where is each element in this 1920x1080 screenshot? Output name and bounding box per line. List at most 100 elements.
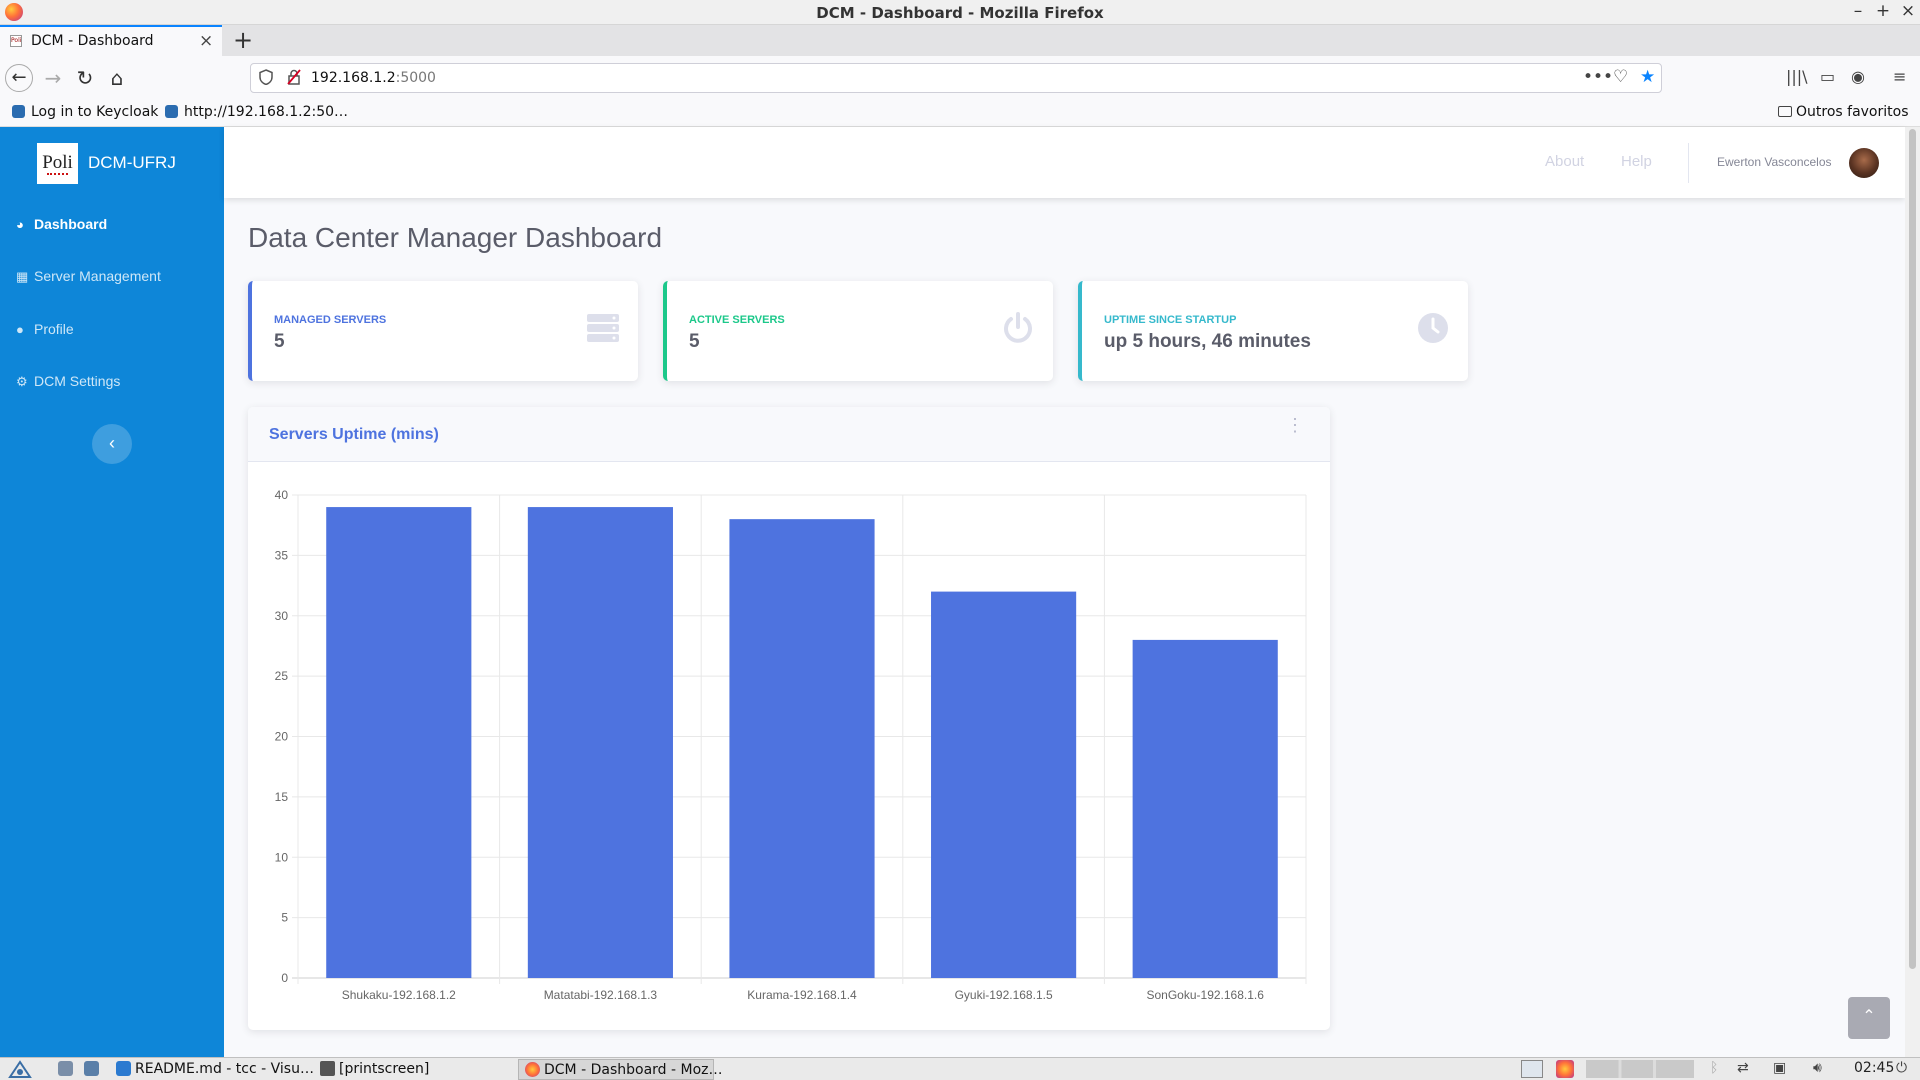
topbar-divider [1688,143,1689,183]
taskbar-firefox[interactable]: DCM - Dashboard - Moz… [518,1059,723,1080]
firefox-icon [525,1062,540,1077]
bookmark-dcm[interactable]: http://192.168.1.2:50… [165,104,348,120]
bluetooth-icon[interactable]: ᛒ [1710,1060,1718,1076]
x-tick-label: Gyuki-192.168.1.5 [955,988,1053,1002]
window-title: DCM - Dashboard - Mozilla Firefox [816,4,1104,22]
firefox-tray-icon[interactable] [1556,1060,1574,1078]
power-tray-icon[interactable]: ⏻ [1896,1060,1907,1076]
help-link[interactable]: Help [1621,153,1652,170]
y-tick-label: 10 [275,850,289,864]
sidebar-item-dcm-settings[interactable]: ⚙ DCM Settings [16,373,216,390]
shield-icon[interactable] [259,69,273,89]
chart-title: Servers Uptime (mins) [269,426,439,443]
workspace-switcher[interactable] [1586,1060,1694,1078]
back-button[interactable]: ← [5,64,33,92]
taskbar-vscode[interactable]: README.md - tcc - Visu… [116,1059,314,1080]
other-bookmarks[interactable]: Outros favoritos [1778,104,1909,120]
user-name[interactable]: Ewerton Vasconcelos [1717,155,1832,169]
bookmark-star-icon[interactable]: ★ [1640,67,1655,87]
volume-icon[interactable]: 🔊︎ [1813,1060,1822,1076]
x-tick-label: Kurama-192.168.1.4 [747,988,857,1002]
folder-icon [1778,106,1792,117]
tab-dcm-dashboard[interactable]: Poli DCM - Dashboard × [0,25,222,56]
bookmark-keycloak[interactable]: Log in to Keycloak [12,104,158,120]
sidebar-item-label: DCM Settings [34,373,121,389]
start-menu-icon[interactable] [8,1059,32,1080]
show-desktop-icon[interactable] [58,1059,77,1080]
sidebar-item-dashboard[interactable]: ◕ Dashboard [16,216,216,232]
brand[interactable]: Poli DCM-UFRJ [0,127,224,199]
home-button[interactable]: ⌂ [103,64,131,92]
bookmark-label: Log in to Keycloak [31,104,159,120]
y-tick-label: 0 [281,971,288,985]
card-value: 5 [689,331,700,352]
page-scrollbar[interactable] [1905,127,1920,1057]
reload-button[interactable]: ↻ [71,64,99,92]
close-window-button[interactable]: × [1898,1,1918,21]
sidebar-icon[interactable]: ▭ [1820,67,1835,86]
display-icon[interactable]: ▣ [1773,1060,1786,1076]
card-value: up 5 hours, 46 minutes [1104,331,1311,352]
taskbar-label: DCM - Dashboard - Moz… [544,1062,723,1078]
active-servers-card: Active Servers 5 [663,281,1053,381]
card-label: Active Servers [689,314,785,326]
url-host: 192.168.1.2 [311,70,396,86]
hamburger-menu-icon[interactable]: ≡ [1893,67,1906,86]
cogs-icon: ⚙ [16,374,28,389]
x-tick-label: Matatabi-192.168.1.3 [544,988,658,1002]
keycloak-icon [12,105,25,118]
taskbar-label: README.md - tcc - Visu… [135,1061,314,1077]
x-tick-label: SonGoku-192.168.1.6 [1146,988,1264,1002]
insecure-lock-icon[interactable] [287,69,301,89]
other-bookmarks-label: Outros favoritos [1796,104,1909,120]
vscode-icon [116,1061,131,1076]
system-monitor-icon[interactable] [84,1059,103,1080]
chart-options-menu-icon[interactable]: ⋮ [1286,416,1304,434]
taskbar-label: [printscreen] [339,1061,430,1077]
maximize-button[interactable]: + [1873,1,1893,21]
bookmark-label: http://192.168.1.2:50… [184,104,349,120]
sidebar: Poli DCM-UFRJ ◕ Dashboard ▦ Server Managem… [0,127,224,1057]
desktop-icon [58,1061,73,1076]
scroll-to-top-button[interactable]: ⌃ [1848,997,1890,1039]
uptime-card: Uptime since startup up 5 hours, 46 minu… [1078,281,1468,381]
new-tab-button[interactable]: + [233,26,253,54]
avatar[interactable] [1849,148,1879,178]
about-link[interactable]: About [1545,153,1584,170]
os-taskbar: README.md - tcc - Visu… [printscreen] DC… [0,1057,1920,1080]
minimize-button[interactable]: – [1848,1,1868,21]
chart-header: Servers Uptime (mins) ⋮ [248,407,1330,462]
url-text[interactable]: 192.168.1.2:5000 [311,70,436,86]
sidebar-item-server-management[interactable]: ▦ Server Management [16,268,216,285]
bar-shukaku [326,507,472,978]
window-switcher-icon[interactable] [1521,1060,1543,1078]
taskbar-printscreen[interactable]: [printscreen] [320,1059,429,1080]
forward-button[interactable]: → [39,64,67,92]
sidebar-item-profile[interactable]: ● Profile [16,321,216,337]
sidebar-item-label: Server Management [34,268,161,284]
y-tick-label: 40 [275,488,289,502]
scrollbar-thumb[interactable] [1909,129,1916,969]
clock: 02:45 [1854,1060,1895,1076]
y-tick-label: 35 [275,548,289,562]
poli-logo: Poli [37,143,78,184]
account-icon[interactable]: ◉ [1851,67,1865,86]
network-tray-icon[interactable]: ⇄ [1737,1060,1749,1076]
y-tick-label: 30 [275,609,289,623]
tab-close-button[interactable]: × [199,31,213,51]
table-icon: ▦ [16,269,29,284]
navigation-toolbar: ← → ↻ ⌂ 192.168.1.2:5000 ••• ♡ ★ |||\ ▭ … [0,56,1920,100]
page-actions-button[interactable]: ••• [1583,67,1613,87]
url-bar[interactable]: 192.168.1.2:5000 ••• ♡ ★ [250,63,1662,93]
folder-icon [320,1061,335,1076]
server-icon [586,311,620,345]
bar-kurama [729,519,875,978]
tab-strip: Poli DCM - Dashboard × + [0,25,1920,56]
bar-songoku [1132,639,1278,978]
sidebar-toggle-button[interactable]: ‹ [92,424,132,464]
monitor-icon [84,1061,99,1076]
library-icon[interactable]: |||\ [1786,67,1808,86]
card-label: Managed Servers [274,314,387,326]
pocket-icon[interactable]: ♡ [1613,67,1628,87]
power-icon [1001,311,1035,345]
